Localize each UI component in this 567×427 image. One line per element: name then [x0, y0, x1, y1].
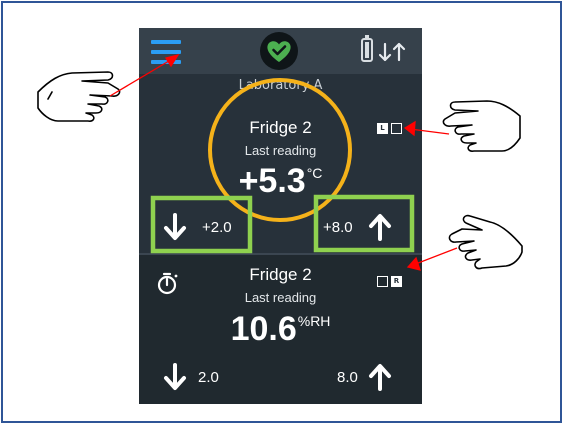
device-screen: Laboratory A L Fridge 2 Last reading +5.…: [139, 28, 422, 404]
high-limit-value: 8.0: [337, 369, 358, 386]
heart-check-icon: [260, 32, 298, 70]
temperature-unit: °C: [306, 165, 323, 181]
temperature-value: +5.3: [238, 162, 306, 200]
low-limit-arrow-down-icon: [164, 363, 186, 390]
temperature-reading: +5.3°C: [139, 162, 422, 201]
high-limit-arrow-up-icon: [369, 364, 391, 391]
sensor-name: Fridge 2: [249, 265, 312, 284]
battery-icon: [361, 35, 373, 62]
hamburger-menu-icon[interactable]: [151, 40, 181, 66]
humidity-reading: 10.6%RH: [139, 310, 422, 349]
sync-arrows-icon[interactable]: [378, 40, 415, 64]
low-limit-value: +2.0: [202, 219, 232, 236]
card-divider: [139, 253, 422, 255]
sensor-name: Fridge 2: [249, 118, 312, 137]
top-bar: [139, 28, 422, 74]
high-limit-arrow-up-icon: [369, 214, 391, 241]
humidity-unit: %RH: [297, 313, 331, 329]
location-label: Laboratory A: [238, 78, 323, 93]
last-reading-label: Last reading: [244, 143, 317, 158]
last-reading-label: Last reading: [244, 290, 317, 305]
high-limit-value: +8.0: [323, 219, 353, 236]
low-limit-arrow-down-icon: [164, 213, 186, 240]
humidity-value: 10.6: [230, 310, 297, 348]
low-limit-value: 2.0: [198, 369, 219, 386]
